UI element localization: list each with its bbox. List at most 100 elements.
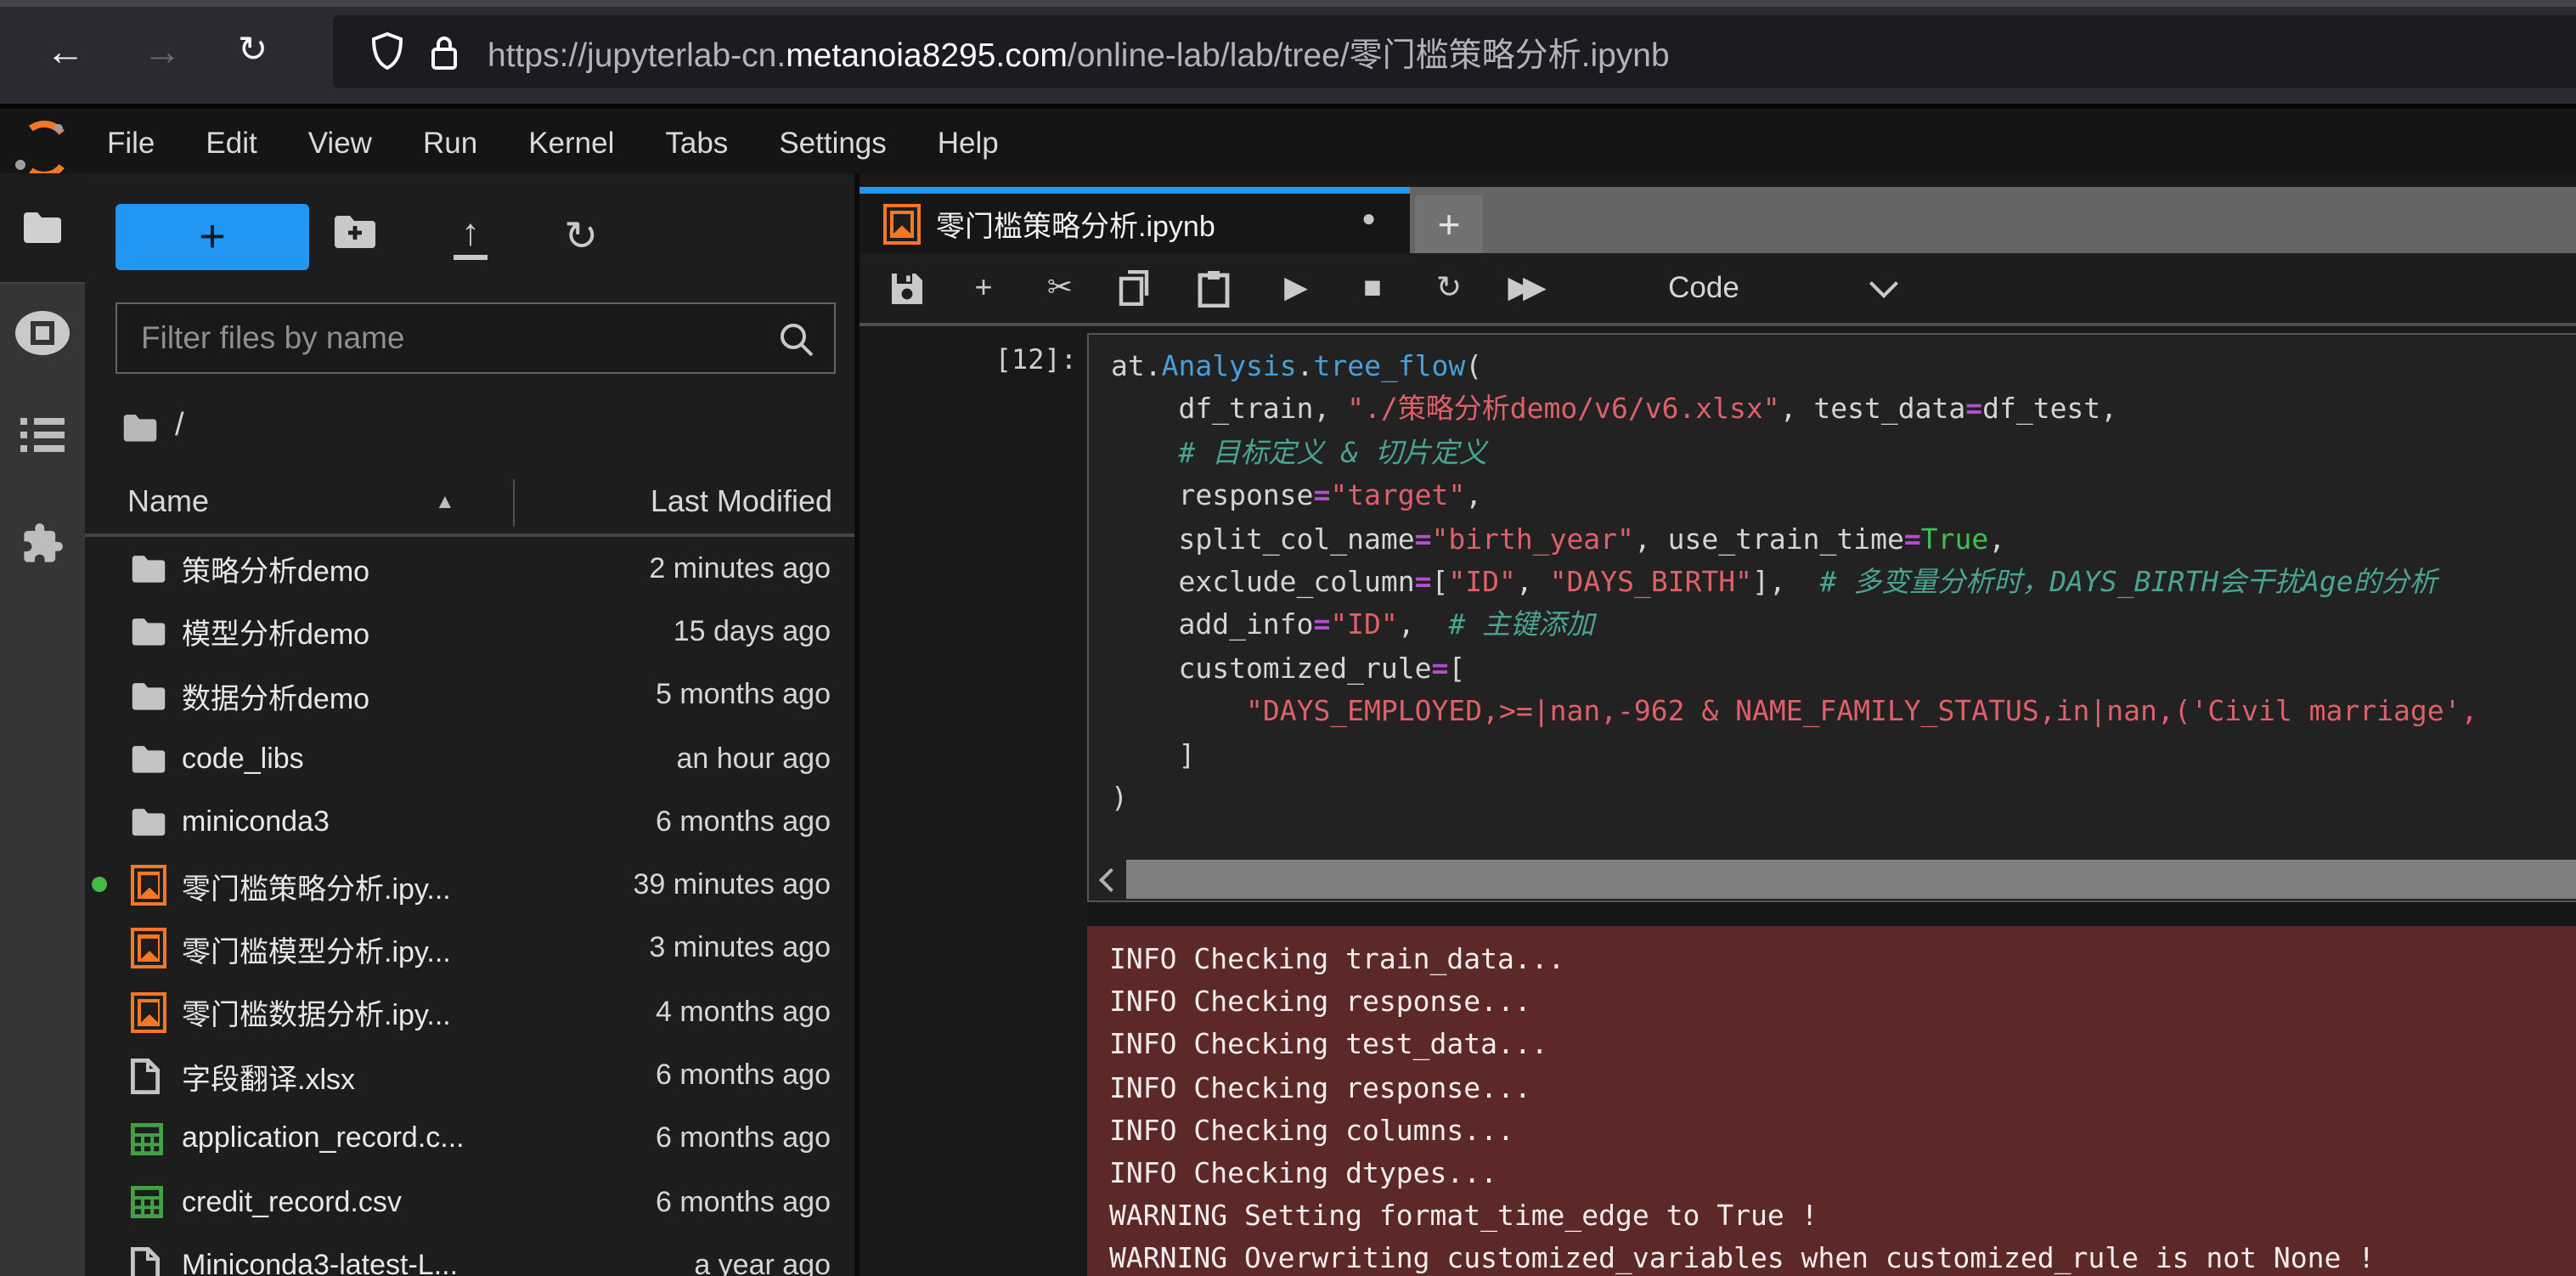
file-name: 零门槛数据分析.ipy...: [182, 991, 451, 1033]
file-modified: 39 minutes ago: [634, 868, 831, 902]
browser-back-icon[interactable]: ←: [46, 25, 85, 76]
address-bar[interactable]: https://jupyterlab-cn.metanoia8295.com/o…: [333, 15, 2576, 88]
new-folder-button[interactable]: [333, 214, 377, 258]
menu-item-view[interactable]: View: [283, 126, 397, 161]
file-modified: 4 months ago: [656, 995, 831, 1029]
new-tab-button[interactable]: +: [1415, 195, 1483, 253]
run-cell-button[interactable]: ▶: [1267, 253, 1325, 323]
folder-icon: [131, 676, 166, 714]
file-row[interactable]: 模型分析demo15 days ago: [85, 601, 854, 664]
restart-kernel-button[interactable]: ↻: [1420, 253, 1478, 323]
file-row[interactable]: 零门槛数据分析.ipy... 4 months ago: [85, 980, 854, 1044]
column-header-modified[interactable]: Last Modified: [651, 484, 832, 520]
jupyterlab-menubar: FileEditViewRunKernelTabsSettingsHelp: [0, 104, 2576, 178]
breadcrumb-root[interactable]: /: [175, 408, 184, 445]
file-row[interactable]: miniconda36 months ago: [85, 790, 854, 854]
tab-notebook[interactable]: 零门槛策略分析.ipynb ●: [860, 187, 1410, 253]
column-header-name[interactable]: Name: [127, 484, 209, 520]
file-row[interactable]: application_record.c... 6 months ago: [85, 1107, 854, 1171]
insert-cell-button[interactable]: +: [955, 253, 1012, 323]
upload-button[interactable]: ↑: [452, 211, 489, 255]
file-modified: 6 months ago: [656, 805, 831, 839]
cell-type-dropdown[interactable]: Code: [1644, 253, 1763, 323]
menu-item-file[interactable]: File: [82, 126, 180, 161]
notebook-icon: [131, 930, 166, 968]
magnifier-icon: [776, 319, 817, 360]
restart-run-all-button[interactable]: ▶▶: [1497, 253, 1554, 323]
copy-cells-button[interactable]: [1106, 253, 1164, 323]
shield-icon[interactable]: [370, 32, 404, 71]
file-modified: 2 minutes ago: [649, 551, 831, 585]
file-modified: 5 months ago: [656, 678, 831, 712]
file-row[interactable]: Miniconda3-latest-L... a year ago: [85, 1234, 854, 1276]
code-line: "DAYS_EMPLOYED,>=|nan,-962 & NAME_FAMILY…: [1111, 691, 2576, 734]
tab-title: 零门槛策略分析.ipynb: [936, 202, 1215, 245]
activity-sidebar: [0, 173, 85, 1276]
cut-cells-button[interactable]: ✂: [1031, 253, 1089, 323]
code-line: # 目标定义 & 切片定义: [1111, 432, 2576, 475]
file-modified: 3 minutes ago: [649, 932, 831, 966]
output-line: INFO Checking train_data...: [1109, 938, 2576, 980]
file-row[interactable]: credit_record.csv6 months ago: [85, 1171, 854, 1234]
file-modified: a year ago: [694, 1249, 831, 1276]
menu-item-settings[interactable]: Settings: [753, 126, 911, 161]
sidebar-item-table-of-contents[interactable]: [0, 416, 85, 454]
menu-item-help[interactable]: Help: [912, 126, 1024, 161]
dock-tab-bar: 零门槛策略分析.ipynb ● +: [860, 187, 2576, 253]
file-row[interactable]: 零门槛策略分析.ipy...39 minutes ago: [85, 854, 854, 917]
application-window: ← → ↻ https://jupyterlab-cn.metanoia8295…: [0, 0, 2576, 1276]
sort-ascending-icon[interactable]: ▲: [435, 489, 455, 513]
folder-icon: [22, 211, 63, 243]
new-launcher-button[interactable]: +: [116, 204, 309, 270]
file-name: 策略分析demo: [182, 547, 369, 590]
code-line: ): [1111, 776, 2576, 820]
notebook-icon: [131, 867, 166, 904]
menu-items: FileEditViewRunKernelTabsSettingsHelp: [82, 126, 1024, 161]
code-cell-editor[interactable]: at.Analysis.tree_flow( df_train, "./策略分析…: [1087, 333, 2576, 902]
column-divider: [513, 479, 515, 527]
lock-icon[interactable]: [430, 33, 459, 71]
sidebar-item-filebrowser[interactable]: [0, 211, 85, 243]
file-name: Miniconda3-latest-L...: [182, 1249, 458, 1276]
file-modified: 6 months ago: [656, 1122, 831, 1156]
file-name: application_record.c...: [182, 1122, 465, 1156]
url-text: https://jupyterlab-cn.metanoia8295.com/o…: [488, 27, 1670, 76]
horizontal-scrollbar[interactable]: [1091, 860, 2576, 899]
file-row[interactable]: code_libsan hour ago: [85, 727, 854, 791]
file-row[interactable]: 数据分析demo5 months ago: [85, 663, 854, 727]
file-name: code_libs: [182, 742, 304, 776]
save-button[interactable]: [878, 253, 936, 323]
code-line: customized_rule=[: [1111, 647, 2576, 691]
output-line: INFO Checking response...: [1109, 1066, 2576, 1109]
unsaved-dot-icon[interactable]: ●: [1361, 204, 1376, 231]
file-row[interactable]: 字段翻译.xlsx6 months ago: [85, 1044, 854, 1108]
folder-icon: [122, 412, 158, 441]
menu-item-run[interactable]: Run: [397, 126, 503, 161]
menu-item-tabs[interactable]: Tabs: [640, 126, 753, 161]
copy-icon: [1118, 270, 1152, 306]
code-line: ]: [1111, 733, 2576, 776]
paste-cells-button[interactable]: [1184, 253, 1242, 323]
chevron-down-icon[interactable]: [1855, 253, 1913, 323]
file-row[interactable]: 零门槛模型分析.ipy...3 minutes ago: [85, 917, 854, 981]
file-row[interactable]: 策略分析demo 2 minutes ago: [85, 537, 854, 601]
menu-item-kernel[interactable]: Kernel: [503, 126, 640, 161]
output-line: INFO Checking dtypes...: [1109, 1152, 2576, 1194]
main-dock-panel: 零门槛策略分析.ipynb ● + + ✂: [860, 173, 2576, 1276]
file-list: 策略分析demo 2 minutes ago 模型分析demo15 days ago…: [85, 537, 854, 1276]
sidebar-item-running-kernels[interactable]: [0, 311, 85, 355]
scroll-left-button[interactable]: [1091, 860, 1126, 899]
interrupt-kernel-button[interactable]: ■: [1344, 253, 1401, 323]
refresh-files-button[interactable]: ↻: [564, 212, 598, 262]
breadcrumb[interactable]: /: [122, 408, 184, 445]
browser-reload-icon[interactable]: ↻: [238, 25, 268, 76]
menu-item-edit[interactable]: Edit: [180, 126, 282, 161]
browser-forward-icon[interactable]: →: [143, 25, 182, 76]
sidebar-item-extensions[interactable]: [0, 522, 85, 566]
save-icon: [890, 271, 924, 305]
file-modified: 6 months ago: [656, 1185, 831, 1219]
cell-output-gap: [1087, 902, 2576, 926]
puzzle-icon: [20, 522, 65, 566]
file-filter-input[interactable]: [117, 304, 834, 372]
output-line: INFO Checking response...: [1109, 980, 2576, 1023]
